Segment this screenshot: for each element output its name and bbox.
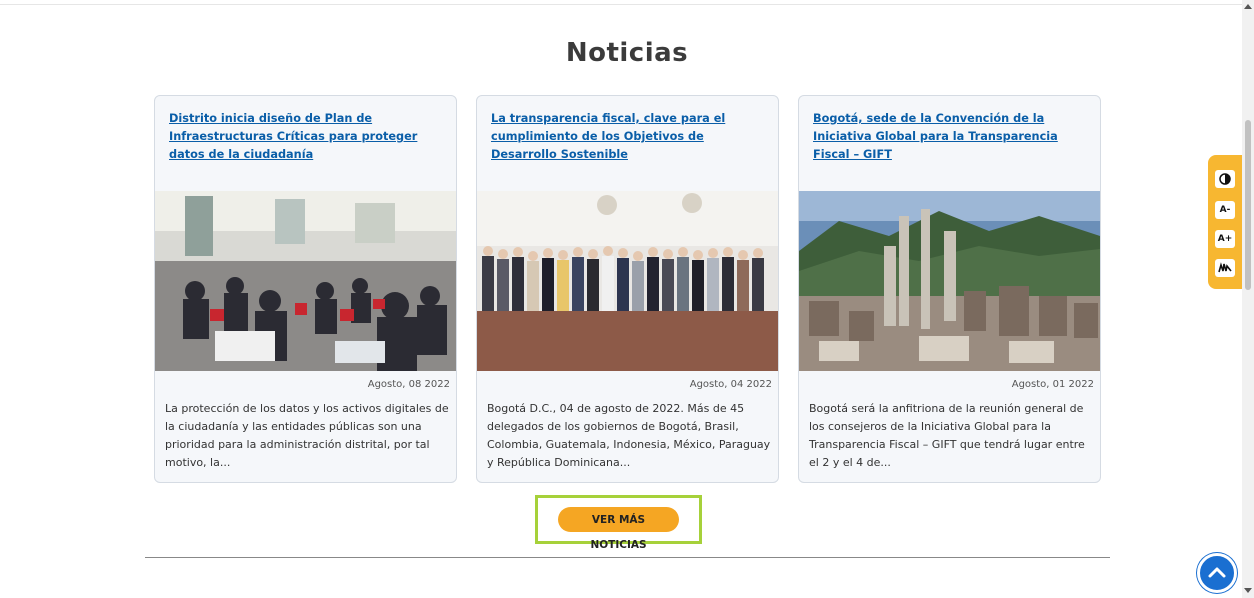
news-title-link[interactable]: La transparencia fiscal, clave para el c… [491, 110, 763, 164]
sign-language-icon[interactable] [1215, 259, 1235, 277]
news-title-link[interactable]: Bogotá, sede de la Convención de la Inic… [813, 110, 1085, 164]
top-divider [0, 4, 1242, 5]
news-card: La transparencia fiscal, clave para el c… [476, 95, 779, 483]
scroll-up-icon[interactable] [1244, 4, 1252, 9]
more-news-highlight: VER MÁS NOTICIAS [535, 495, 702, 551]
section-title: Noticias [565, 38, 689, 68]
news-date: Agosto, 01 2022 [1011, 379, 1094, 390]
news-image[interactable] [477, 191, 778, 371]
decrease-font-button[interactable]: A- [1215, 201, 1235, 219]
news-excerpt: Bogotá D.C., 04 de agosto de 2022. Más d… [487, 402, 771, 469]
contrast-icon[interactable] [1215, 170, 1235, 188]
news-title-link[interactable]: Distrito inicia diseño de Plan de Infrae… [169, 110, 441, 164]
news-image[interactable] [155, 191, 456, 371]
news-card: Distrito inicia diseño de Plan de Infrae… [154, 95, 457, 483]
news-excerpt: Bogotá será la anfitriona de la reunión … [809, 402, 1085, 469]
accessibility-toolbar: A- A+ [1208, 155, 1242, 289]
news-excerpt: La protección de los datos y los activos… [165, 402, 449, 469]
back-to-top-button[interactable] [1197, 553, 1237, 593]
bottom-divider [145, 557, 1110, 558]
news-date: Agosto, 04 2022 [689, 379, 772, 390]
more-news-button[interactable]: VER MÁS NOTICIAS [558, 507, 679, 551]
news-image[interactable] [799, 191, 1100, 371]
page-scrollbar[interactable] [1242, 0, 1254, 598]
chevron-up-icon [1208, 567, 1226, 578]
news-date: Agosto, 08 2022 [367, 379, 450, 390]
scroll-down-icon[interactable] [1244, 588, 1252, 593]
news-card: Bogotá, sede de la Convención de la Inic… [798, 95, 1101, 483]
increase-font-button[interactable]: A+ [1215, 230, 1235, 248]
scroll-thumb[interactable] [1245, 120, 1251, 290]
